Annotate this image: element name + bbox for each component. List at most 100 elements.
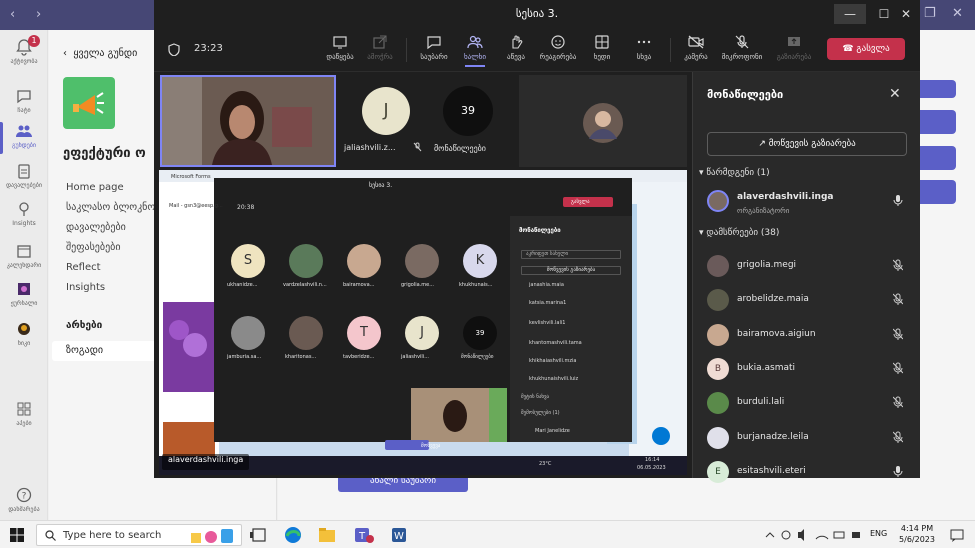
participant-name: burjanadze.leila: [737, 432, 809, 442]
share-button[interactable]: გაზიარება: [772, 34, 816, 61]
inner-search: აკრიფეთ სახელი: [521, 250, 621, 259]
file-explorer-icon[interactable]: [313, 524, 341, 546]
participant-row[interactable]: grigolia.megi: [707, 253, 913, 281]
share-invite-button[interactable]: ↗ მოწვევის გაზიარება: [707, 132, 907, 156]
meeting-title: სესია 3.: [515, 7, 559, 20]
view-button[interactable]: დაწყება: [318, 34, 362, 61]
input-language[interactable]: ENG: [870, 529, 887, 538]
toolbar-divider: [670, 38, 671, 62]
taskbar-search[interactable]: Type here to search: [36, 524, 242, 546]
join-button[interactable]: [916, 80, 956, 98]
video-tile-self[interactable]: [160, 75, 336, 167]
team-name: ეფექტური ო: [63, 146, 146, 161]
rail-help[interactable]: ? დახმარება: [0, 486, 48, 513]
meeting-timer: 23:23: [194, 43, 223, 54]
inner-panel-title: მონაწილეები: [519, 227, 561, 234]
microphone-button[interactable]: მიკროფონი: [720, 34, 764, 61]
participant-row[interactable]: bairamova.aigiun: [707, 322, 913, 350]
more-button[interactable]: სხვა: [622, 34, 666, 61]
link-insights[interactable]: Insights: [66, 282, 105, 293]
svg-text:?: ?: [22, 492, 27, 502]
camera-button[interactable]: კამერა: [674, 34, 718, 61]
layout-button[interactable]: ხედი: [580, 34, 624, 61]
link-grades[interactable]: შეფასებები: [66, 242, 121, 253]
participants-panel: მონაწილეები ✕ ↗ მოწვევის გაზიარება ▾ წარ…: [692, 72, 920, 483]
activity-badge: 1: [28, 35, 40, 47]
join-button[interactable]: [916, 180, 956, 204]
close-icon[interactable]: ✕: [952, 6, 963, 21]
hand-icon: [512, 35, 523, 49]
participant-name: bairamova.aigiun: [737, 329, 816, 339]
participant-name: grigolia.megi: [737, 260, 797, 270]
task-view-icon[interactable]: [245, 524, 273, 546]
inner-see-more: მეტის ნახვა: [521, 394, 550, 400]
close-icon[interactable]: ✕: [889, 86, 901, 102]
avatar: [707, 324, 729, 346]
clock[interactable]: 4:14 PM 5/6/2023: [892, 523, 942, 545]
toolbar-divider: [406, 38, 407, 62]
attendees-section[interactable]: ▾ დამსწრეები (38): [699, 228, 779, 238]
more-participants-tile[interactable]: 39 მონაწილეები: [431, 75, 517, 167]
inner-person: khikhaiashvili.mzia: [529, 358, 577, 364]
rail-apps[interactable]: აპები: [0, 400, 48, 427]
leave-button[interactable]: ☎ გასვლა: [827, 38, 905, 60]
popout-button[interactable]: ამოჭრა: [358, 34, 402, 61]
word-icon[interactable]: W: [385, 524, 413, 546]
svg-text:T: T: [358, 531, 366, 542]
more-icon: [637, 40, 651, 44]
system-tray-icons[interactable]: [764, 529, 864, 541]
forward-arrow-icon[interactable]: ›: [36, 7, 41, 22]
rail-app[interactable]: ნიკი: [0, 320, 48, 347]
avatar: [707, 190, 729, 212]
presenters-section[interactable]: ▾ წარმდგენი (1): [699, 168, 770, 178]
raise-hand-button[interactable]: აწევა: [494, 34, 538, 61]
join-button[interactable]: [916, 146, 956, 170]
participant-name: burduli.lali: [737, 397, 785, 407]
link-home-page[interactable]: Home page: [66, 182, 124, 193]
close-icon[interactable]: ✕: [890, 4, 922, 24]
link-class-notebook[interactable]: საკლასო ბლოკნოტი: [66, 202, 167, 213]
participant-row[interactable]: B bukia.asmati: [707, 356, 913, 384]
participant-row[interactable]: burduli.lali: [707, 390, 913, 418]
windows-start-icon[interactable]: [10, 528, 24, 542]
notifications-icon[interactable]: [950, 528, 964, 542]
rail-activity[interactable]: 1 აქტივობა: [0, 35, 48, 65]
participant-row[interactable]: arobelidze.maia: [707, 287, 913, 315]
rail-journal[interactable]: ჟურნალი: [0, 280, 48, 307]
react-button[interactable]: რეაგირება: [536, 34, 580, 61]
rail-calendar[interactable]: კალენდარი: [0, 242, 48, 269]
chat-button[interactable]: საუბარი: [412, 34, 456, 61]
minimize-icon[interactable]: —: [834, 4, 866, 24]
edge-icon[interactable]: [279, 524, 307, 546]
view-icon: [333, 36, 347, 49]
rail-chat[interactable]: ჩატი: [0, 87, 48, 114]
all-teams-link[interactable]: ‹ ყველა გუნდი: [63, 48, 137, 59]
search-highlight-icon: [191, 529, 233, 543]
rail-teams[interactable]: გუნდები: [0, 122, 48, 154]
participant-row[interactable]: alaverdashvili.inga ორგანიზატორი: [707, 188, 913, 216]
avatar: E: [707, 461, 729, 483]
link-reflect[interactable]: Reflect: [66, 262, 101, 273]
link-assignments[interactable]: დავალებები: [66, 222, 126, 233]
participant-row[interactable]: E esitashvili.eteri: [707, 459, 913, 487]
apps-icon: [17, 402, 31, 416]
channel-general[interactable]: ზოგადი: [52, 341, 156, 361]
video-tile-participant[interactable]: [519, 75, 687, 167]
join-button[interactable]: [916, 110, 956, 134]
video-tile-jaliashvili[interactable]: J jaliashvili.z...: [341, 75, 429, 167]
inner-invite-button: მოწვევა: [421, 443, 441, 449]
inner-person: khukhunaishvili.luiz: [529, 376, 579, 382]
avatar: [707, 255, 729, 277]
windows-taskbar: Type here to search T W ENG 4:14 PM 5/6/…: [0, 520, 975, 548]
rail-assignments[interactable]: დავალებები: [0, 162, 48, 189]
inner-person: kevlishvili.lali1: [529, 320, 566, 326]
back-arrow-icon[interactable]: ‹: [10, 7, 15, 22]
mic-off-icon: [893, 259, 903, 271]
teams-taskbar-icon[interactable]: T: [349, 524, 377, 546]
help-icon: ?: [16, 487, 32, 503]
restore-icon[interactable]: ❐: [924, 6, 936, 21]
shared-screen[interactable]: სესია 3. 20:38 გასვლა Microsoft Forms Ma…: [159, 170, 687, 475]
rail-insights[interactable]: Insights: [0, 200, 48, 227]
people-button[interactable]: ხალხი: [453, 34, 497, 67]
participant-row[interactable]: burjanadze.leila: [707, 425, 913, 453]
